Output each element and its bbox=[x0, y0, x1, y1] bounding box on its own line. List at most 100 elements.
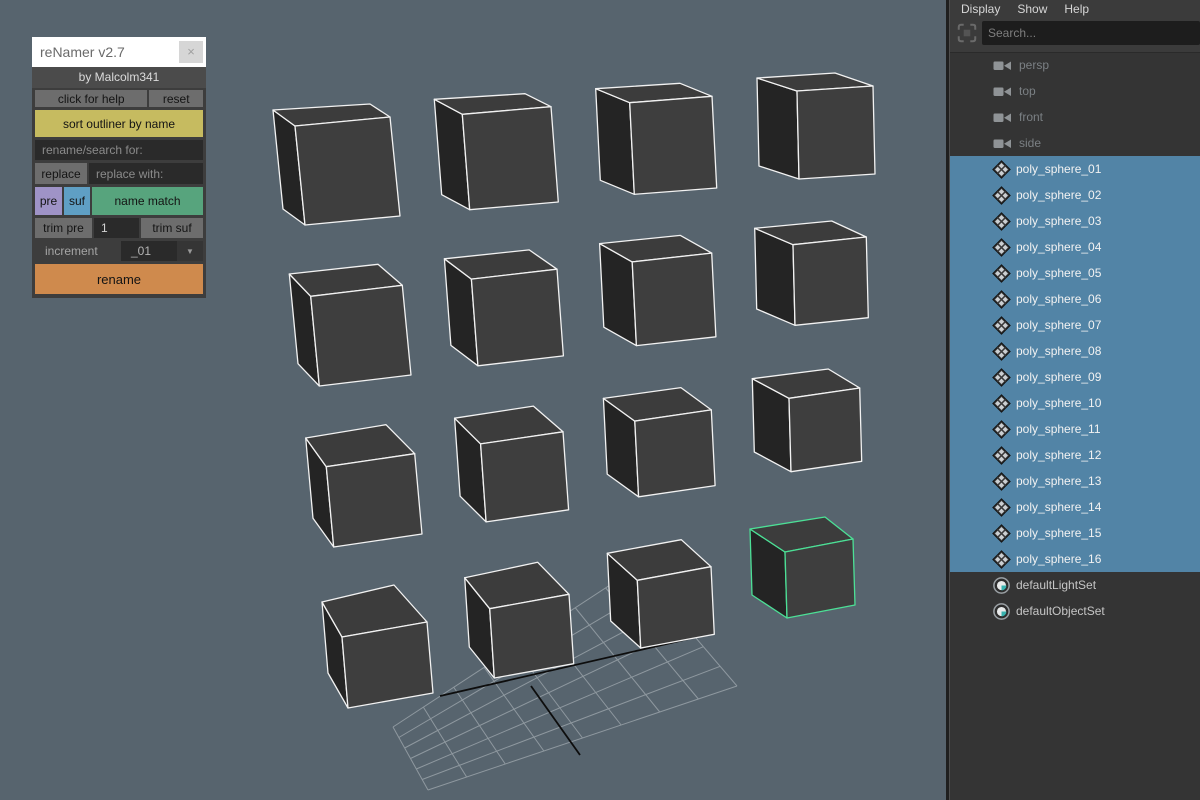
outliner-item-default-light-set[interactable]: defaultLightSet bbox=[950, 572, 1200, 598]
outliner-item-poly-sphere-04[interactable]: poly_sphere_04 bbox=[950, 234, 1200, 260]
polycube-icon bbox=[992, 550, 1011, 569]
viewport-cube-poly_sphere_14[interactable] bbox=[465, 562, 574, 678]
outliner-item-poly-sphere-14[interactable]: poly_sphere_14 bbox=[950, 494, 1200, 520]
trim-prefix-button[interactable]: trim pre bbox=[35, 218, 92, 238]
outliner-item-label: top bbox=[1019, 84, 1036, 98]
outliner-item-label: poly_sphere_05 bbox=[1016, 266, 1101, 280]
viewport-cube-poly_sphere_01[interactable] bbox=[273, 104, 400, 225]
suffix-button[interactable]: suf bbox=[64, 187, 90, 215]
outliner-item-label: poly_sphere_16 bbox=[1016, 552, 1101, 566]
viewport-cube-poly_sphere_08[interactable] bbox=[755, 221, 869, 325]
outliner-item-label: poly_sphere_03 bbox=[1016, 214, 1101, 228]
outliner-item-label: poly_sphere_10 bbox=[1016, 396, 1101, 410]
replace-button[interactable]: replace bbox=[35, 163, 87, 184]
outliner-item-poly-sphere-11[interactable]: poly_sphere_11 bbox=[950, 416, 1200, 442]
outliner-list: persp top front side poly_sphere_01 poly… bbox=[950, 52, 1200, 800]
outliner-item-label: poly_sphere_12 bbox=[1016, 448, 1101, 462]
outliner-item-poly-sphere-06[interactable]: poly_sphere_06 bbox=[950, 286, 1200, 312]
viewport-cube-poly_sphere_11[interactable] bbox=[603, 388, 715, 497]
outliner-item-poly-sphere-02[interactable]: poly_sphere_02 bbox=[950, 182, 1200, 208]
outliner-item-label: poly_sphere_02 bbox=[1016, 188, 1101, 202]
outliner-item-label: poly_sphere_07 bbox=[1016, 318, 1101, 332]
reset-button[interactable]: reset bbox=[149, 90, 203, 107]
maya-workspace: reNamer v2.7 × by Malcolm341 click for h… bbox=[0, 0, 1200, 800]
viewport-cube-poly_sphere_02[interactable] bbox=[434, 94, 558, 210]
viewport-cube-poly_sphere_05[interactable] bbox=[289, 264, 411, 386]
viewport-cube-poly_sphere_03[interactable] bbox=[596, 83, 717, 194]
outliner-item-top[interactable]: top bbox=[950, 78, 1200, 104]
polycube-icon bbox=[992, 212, 1011, 231]
sort-outliner-button[interactable]: sort outliner by name bbox=[35, 110, 203, 137]
viewport-cube-poly_sphere_16[interactable] bbox=[750, 517, 855, 618]
viewport-cube-poly_sphere_07[interactable] bbox=[600, 235, 716, 345]
name-match-button[interactable]: name match bbox=[92, 187, 203, 215]
polycube-icon bbox=[992, 160, 1011, 179]
outliner-panel: Display Show Help persp top front side bbox=[946, 0, 1200, 800]
outliner-item-poly-sphere-13[interactable]: poly_sphere_13 bbox=[950, 468, 1200, 494]
replace-with-input[interactable] bbox=[89, 163, 203, 184]
polycube-icon bbox=[992, 498, 1011, 517]
outliner-menubar: Display Show Help bbox=[950, 0, 1200, 18]
viewport-cube-poly_sphere_06[interactable] bbox=[444, 250, 563, 366]
rename-search-input[interactable] bbox=[35, 140, 203, 160]
outliner-item-poly-sphere-07[interactable]: poly_sphere_07 bbox=[950, 312, 1200, 338]
outliner-search-row bbox=[950, 18, 1200, 52]
viewport-cube-poly_sphere_09[interactable] bbox=[306, 425, 422, 547]
outliner-item-label: defaultObjectSet bbox=[1016, 604, 1105, 618]
outliner-item-label: poly_sphere_14 bbox=[1016, 500, 1101, 514]
polycube-icon bbox=[992, 472, 1011, 491]
outliner-item-label: side bbox=[1019, 136, 1041, 150]
outliner-item-label: poly_sphere_08 bbox=[1016, 344, 1101, 358]
increment-dropdown[interactable]: _01 ▼ bbox=[121, 241, 203, 261]
outliner-item-front[interactable]: front bbox=[950, 104, 1200, 130]
outliner-item-poly-sphere-15[interactable]: poly_sphere_15 bbox=[950, 520, 1200, 546]
close-icon[interactable]: × bbox=[179, 41, 203, 63]
outliner-item-poly-sphere-05[interactable]: poly_sphere_05 bbox=[950, 260, 1200, 286]
chevron-down-icon[interactable]: ▼ bbox=[177, 241, 203, 261]
viewport-cube-poly_sphere_13[interactable] bbox=[322, 585, 433, 708]
trim-suffix-button[interactable]: trim suf bbox=[141, 218, 203, 238]
viewport-cube-poly_sphere_04[interactable] bbox=[757, 73, 875, 179]
menu-show[interactable]: Show bbox=[1017, 2, 1047, 16]
renamer-window: reNamer v2.7 × by Malcolm341 click for h… bbox=[32, 37, 206, 298]
increment-value: _01 bbox=[121, 244, 177, 258]
outliner-item-default-object-set[interactable]: defaultObjectSet bbox=[950, 598, 1200, 624]
outliner-item-poly-sphere-10[interactable]: poly_sphere_10 bbox=[950, 390, 1200, 416]
prefix-button[interactable]: pre bbox=[35, 187, 62, 215]
camera-icon bbox=[992, 58, 1014, 73]
outliner-item-persp[interactable]: persp bbox=[950, 52, 1200, 78]
outliner-item-side[interactable]: side bbox=[950, 130, 1200, 156]
polycube-icon bbox=[992, 316, 1011, 335]
menu-help[interactable]: Help bbox=[1064, 2, 1089, 16]
outliner-item-poly-sphere-12[interactable]: poly_sphere_12 bbox=[950, 442, 1200, 468]
renamer-titlebar[interactable]: reNamer v2.7 × bbox=[32, 37, 206, 67]
viewport-cube-poly_sphere_15[interactable] bbox=[607, 540, 714, 648]
rename-button[interactable]: rename bbox=[35, 264, 203, 294]
menu-display[interactable]: Display bbox=[961, 2, 1000, 16]
polycube-icon bbox=[992, 420, 1011, 439]
filter-icon[interactable] bbox=[956, 22, 978, 44]
outliner-item-label: persp bbox=[1019, 58, 1049, 72]
outliner-item-label: poly_sphere_15 bbox=[1016, 526, 1101, 540]
polycube-icon bbox=[992, 524, 1011, 543]
outliner-item-poly-sphere-01[interactable]: poly_sphere_01 bbox=[950, 156, 1200, 182]
polycube-icon bbox=[992, 290, 1011, 309]
camera-icon bbox=[992, 110, 1014, 125]
viewport-cube-poly_sphere_10[interactable] bbox=[455, 406, 569, 522]
camera-icon bbox=[992, 84, 1014, 99]
outliner-item-label: poly_sphere_04 bbox=[1016, 240, 1101, 254]
outliner-item-poly-sphere-08[interactable]: poly_sphere_08 bbox=[950, 338, 1200, 364]
polycube-icon bbox=[992, 238, 1011, 257]
polycube-icon bbox=[992, 342, 1011, 361]
outliner-item-poly-sphere-09[interactable]: poly_sphere_09 bbox=[950, 364, 1200, 390]
trim-count-field[interactable] bbox=[94, 218, 139, 238]
viewport-cube-poly_sphere_12[interactable] bbox=[752, 369, 861, 472]
outliner-item-poly-sphere-03[interactable]: poly_sphere_03 bbox=[950, 208, 1200, 234]
help-button[interactable]: click for help bbox=[35, 90, 147, 107]
polycube-icon bbox=[992, 446, 1011, 465]
polycube-icon bbox=[992, 264, 1011, 283]
increment-label: increment bbox=[35, 241, 119, 261]
outliner-item-poly-sphere-16[interactable]: poly_sphere_16 bbox=[950, 546, 1200, 572]
search-input[interactable] bbox=[982, 21, 1200, 45]
outliner-item-label: front bbox=[1019, 110, 1043, 124]
